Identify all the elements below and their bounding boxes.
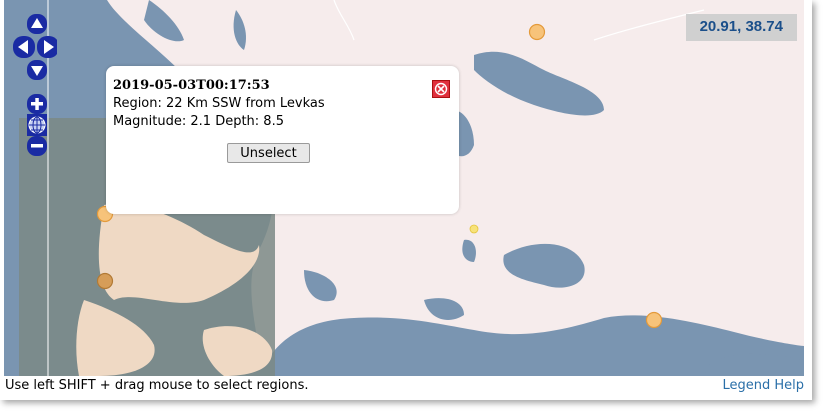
event-region: Region: 22 Km SSW from Levkas [113,96,325,111]
world-globe-button[interactable] [27,114,47,136]
earthquake-marker[interactable] [528,23,546,41]
road-line [333,0,355,41]
pan-right-button[interactable] [37,36,57,58]
event-popup: 2019-05-03T00:17:53 Region: 22 Km SSW fr… [106,66,459,214]
map-footer: Use left SHIFT + drag mouse to select re… [4,376,804,400]
unselect-button[interactable]: Unselect [227,143,310,163]
zoom-in-button[interactable] [27,94,47,114]
close-icon [434,82,448,96]
earthquake-marker[interactable] [469,224,479,234]
earthquake-marker[interactable] [96,272,114,290]
map-frame: 20.91, 38.74 2019-05-03T00:17:53 Region:… [0,0,812,400]
pan-up-button[interactable] [27,14,47,34]
help-link[interactable]: Help [774,378,804,393]
close-popup-button[interactable] [432,80,450,98]
event-time: 2019-05-03T00:17:53 [113,78,270,93]
footer-links: Legend Help [722,378,804,393]
event-magnitude-depth: Magnitude: 2.1 Depth: 8.5 [113,114,284,129]
coordinates-readout: 20.91, 38.74 [685,14,797,41]
zoom-out-button[interactable] [27,136,47,156]
earthquake-marker[interactable] [645,311,663,329]
pan-zoom-control [13,14,57,156]
selection-hint: Use left SHIFT + drag mouse to select re… [5,378,309,393]
legend-link[interactable]: Legend [722,378,770,393]
pan-left-button[interactable] [13,36,35,58]
pan-down-button[interactable] [27,60,47,80]
